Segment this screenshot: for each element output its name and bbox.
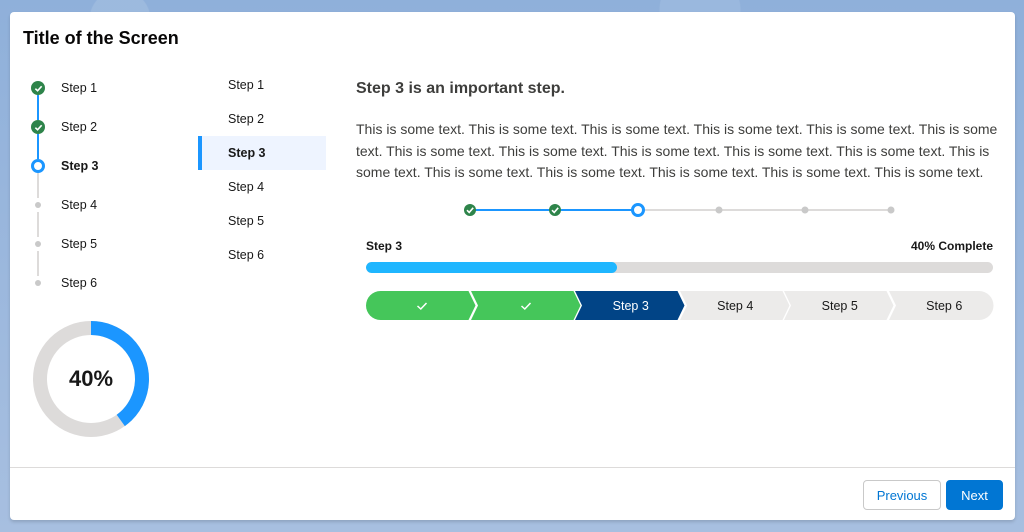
- vertical-nav-item[interactable]: Step 3: [198, 136, 326, 170]
- next-button[interactable]: Next: [946, 480, 1003, 510]
- vertical-path-connector: [37, 173, 39, 198]
- vertical-path-step-label: Step 6: [61, 276, 98, 290]
- progress-bar-fill: [366, 262, 617, 273]
- incomplete-dot-icon[interactable]: [801, 206, 809, 214]
- vertical-path-step-label: Step 3: [61, 159, 99, 173]
- vertical-path-step-label: Step 4: [61, 198, 98, 212]
- vertical-path-step-label: Step 2: [61, 120, 98, 134]
- screen-card: Title of the Screen Step 1 Step 2 Step 3 St…: [10, 12, 1015, 520]
- incomplete-dot-icon: [35, 202, 41, 208]
- current-step-icon: [31, 159, 45, 173]
- incomplete-dot-icon: [35, 241, 41, 247]
- vertical-path-connector: [37, 134, 39, 159]
- vertical-path-connector: [37, 95, 39, 120]
- check-icon: [31, 120, 45, 134]
- check-icon[interactable]: [549, 204, 561, 216]
- vertical-nav-item[interactable]: Step 2: [198, 102, 326, 136]
- check-icon: [31, 81, 45, 95]
- incomplete-dot-icon[interactable]: [715, 206, 723, 214]
- check-icon[interactable]: [464, 204, 476, 216]
- progress-step-label: Step 3: [366, 239, 403, 253]
- vertical-path-connector: [37, 212, 39, 237]
- vertical-nav-item[interactable]: Step 5: [198, 204, 326, 238]
- check-icon: [373, 291, 471, 320]
- progress-bar: [366, 262, 993, 273]
- vertical-nav-item[interactable]: Step 6: [198, 238, 326, 272]
- incomplete-dot-icon[interactable]: [887, 206, 895, 214]
- step-heading: Step 3 is an important step.: [356, 80, 565, 97]
- chevron-path: Step 3 Step 4 Step 5 Step 6: [366, 291, 993, 320]
- vertical-nav-item[interactable]: Step 4: [198, 170, 326, 204]
- vertical-nav-item[interactable]: Step 1: [198, 68, 326, 102]
- vertical-path-step-label: Step 5: [61, 237, 98, 251]
- dot-progress-indicator: [464, 203, 895, 217]
- ring-value: 40%: [68, 366, 114, 391]
- previous-button[interactable]: Previous: [863, 480, 941, 510]
- progress-complete-label: 40% Complete: [910, 239, 993, 253]
- vertical-navigation: Step 1 Step 2 Step 3 Step 4 Step 5 Step 6: [198, 68, 326, 272]
- vertical-path-step-label: Step 1: [61, 81, 98, 95]
- chevron-path-stage-label: Step 4: [717, 298, 754, 313]
- vertical-path-connector: [37, 251, 39, 276]
- incomplete-dot-icon: [35, 280, 41, 286]
- chevron-path-stage-label: Step 6: [926, 298, 963, 313]
- chevron-path-stage-label: Step 5: [821, 298, 858, 313]
- check-icon: [478, 291, 576, 320]
- page-title: Title of the Screen: [23, 28, 179, 48]
- footer-divider: [10, 467, 1015, 468]
- step-body-text: This is some text. This is some text. Th…: [356, 121, 998, 180]
- chevron-path-stage-label: Step 3: [612, 298, 649, 313]
- current-step-icon[interactable]: [631, 203, 645, 217]
